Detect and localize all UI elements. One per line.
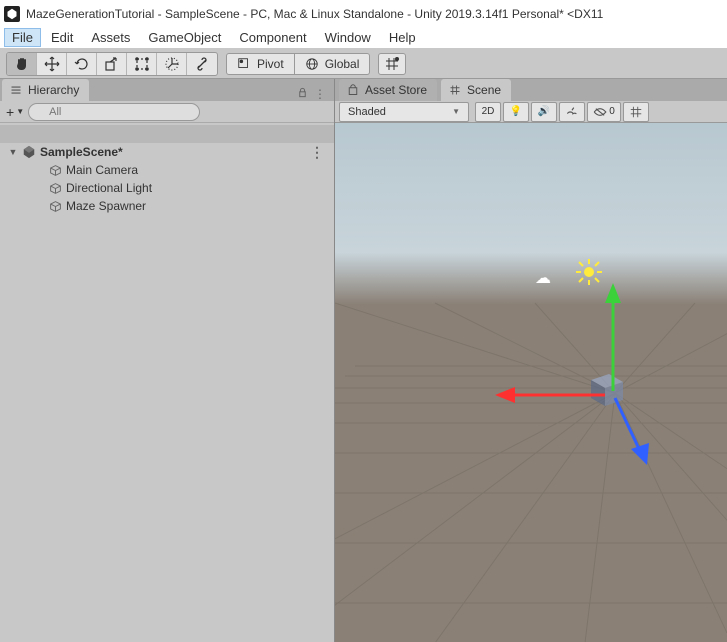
workspace: Hierarchy ⋮ + ▼ ▼ S [0, 79, 727, 642]
menu-file[interactable]: File [4, 28, 41, 47]
asset-store-tab[interactable]: Asset Store [339, 79, 437, 101]
hierarchy-tab-row: Hierarchy ⋮ [0, 79, 334, 101]
menu-component[interactable]: Component [231, 28, 314, 47]
scale-tool-button[interactable] [97, 53, 127, 75]
panel-menu-icon[interactable]: ⋮ [314, 87, 326, 101]
eye-off-icon [593, 107, 607, 117]
tree-item-label: Main Camera [66, 163, 138, 177]
scene-tab[interactable]: Scene [441, 79, 511, 101]
tree-item-label: Directional Light [66, 181, 152, 195]
grid-toggle[interactable] [623, 102, 649, 122]
global-toggle-button[interactable]: Global [295, 53, 371, 75]
grid-icon [384, 56, 400, 72]
lighting-toggle[interactable]: 💡 [503, 102, 529, 122]
hierarchy-panel: Hierarchy ⋮ + ▼ ▼ S [0, 79, 335, 642]
row-menu-icon[interactable]: ⋮ [310, 144, 324, 161]
asset-store-tab-label: Asset Store [365, 83, 427, 97]
hierarchy-search-row: + ▼ [0, 101, 334, 123]
lock-icon[interactable] [297, 87, 308, 101]
unity-scene-icon [22, 145, 36, 159]
gameobject-icon [48, 199, 62, 213]
grid2-icon [629, 105, 643, 119]
view-2d-toggle[interactable]: 2D [475, 102, 501, 122]
menu-edit[interactable]: Edit [43, 28, 81, 47]
hierarchy-tree: ▼ SampleScene* ⋮ Main Camera Directional… [0, 123, 334, 642]
transform-tools-group [6, 52, 218, 76]
shading-mode-dropdown[interactable]: Shaded ▼ [339, 102, 469, 122]
pivot-toggle-button[interactable]: Pivot [226, 53, 295, 75]
scene-root-label: SampleScene* [40, 145, 123, 159]
scene-panel: Asset Store Scene Shaded ▼ 2D 💡 🔊 0 [335, 79, 727, 642]
expand-arrow-icon[interactable]: ▼ [8, 147, 18, 157]
custom-tools-button[interactable] [187, 53, 217, 75]
globe-icon [305, 57, 319, 71]
lightbulb-icon: 💡 [510, 106, 522, 117]
speaker-icon: 🔊 [538, 106, 550, 117]
gameobject-icon [48, 181, 62, 195]
scene-viewport[interactable]: ☁ [335, 123, 727, 642]
hidden-objects-button[interactable]: 0 [587, 102, 621, 122]
menu-help[interactable]: Help [381, 28, 424, 47]
window-title: MazeGenerationTutorial - SampleScene - P… [26, 7, 603, 21]
chevron-down-icon: ▼ [16, 107, 24, 116]
tree-item-label: Maze Spawner [66, 199, 146, 213]
plus-icon: + [6, 104, 14, 120]
transform-gizmo[interactable] [455, 273, 655, 473]
menu-gameobject[interactable]: GameObject [140, 28, 229, 47]
tree-item[interactable]: Main Camera [0, 161, 334, 179]
hidden-count: 0 [609, 106, 615, 117]
audio-toggle[interactable]: 🔊 [531, 102, 557, 122]
tree-item[interactable]: Maze Spawner [0, 197, 334, 215]
hand-tool-button[interactable] [7, 53, 37, 75]
tree-item[interactable]: Directional Light [0, 179, 334, 197]
effects-icon [565, 105, 579, 119]
rotate-tool-button[interactable] [67, 53, 97, 75]
move-tool-button[interactable] [37, 53, 67, 75]
menu-window[interactable]: Window [317, 28, 379, 47]
shading-mode-label: Shaded [348, 106, 386, 118]
pivot-label: Pivot [257, 57, 284, 71]
hierarchy-search-input[interactable] [28, 103, 200, 121]
pivot-icon [237, 57, 251, 71]
hierarchy-tab-label: Hierarchy [28, 83, 79, 97]
snap-grid-button[interactable] [378, 53, 406, 75]
hierarchy-tab[interactable]: Hierarchy [2, 79, 89, 101]
hierarchy-icon [10, 84, 22, 96]
scene-icon [449, 84, 461, 96]
effects-toggle[interactable] [559, 102, 585, 122]
scene-tab-label: Scene [467, 83, 501, 97]
tree-scene-root[interactable]: ▼ SampleScene* ⋮ [0, 143, 334, 161]
chevron-down-icon: ▼ [452, 107, 460, 116]
menubar: File Edit Assets GameObject Component Wi… [0, 27, 727, 49]
unity-logo-icon [4, 6, 20, 22]
rect-tool-button[interactable] [127, 53, 157, 75]
scene-tab-row: Asset Store Scene [335, 79, 727, 101]
transform-tool-button[interactable] [157, 53, 187, 75]
toolbar: Pivot Global [0, 49, 727, 79]
titlebar: MazeGenerationTutorial - SampleScene - P… [0, 0, 727, 27]
create-button[interactable]: + ▼ [6, 104, 24, 120]
gameobject-icon [48, 163, 62, 177]
menu-assets[interactable]: Assets [83, 28, 138, 47]
scene-toolbar: Shaded ▼ 2D 💡 🔊 0 [335, 101, 727, 123]
global-label: Global [325, 57, 360, 71]
bag-icon [347, 84, 359, 96]
